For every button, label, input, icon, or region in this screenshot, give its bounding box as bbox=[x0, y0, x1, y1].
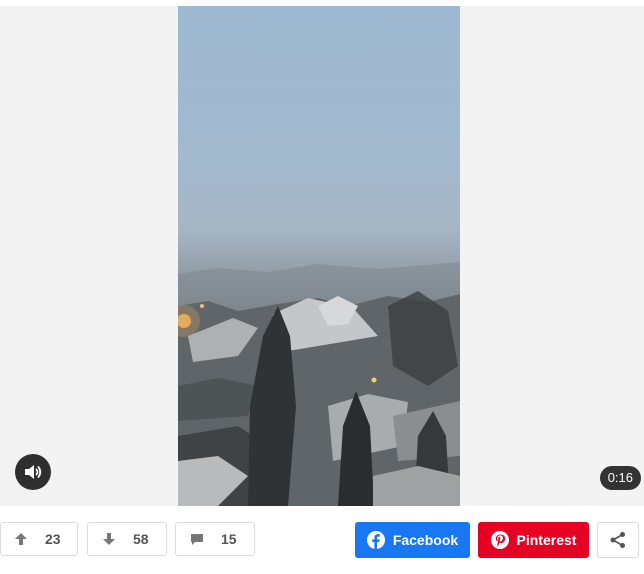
upvote-button[interactable]: 23 bbox=[0, 522, 78, 556]
comment-icon bbox=[189, 531, 205, 547]
facebook-icon bbox=[366, 531, 385, 549]
pinterest-label: Pinterest bbox=[516, 532, 577, 548]
downvote-button[interactable]: 58 bbox=[87, 522, 167, 556]
facebook-label: Facebook bbox=[392, 532, 459, 548]
share-more-button[interactable] bbox=[597, 522, 639, 558]
share-facebook-button[interactable]: Facebook bbox=[355, 522, 470, 558]
comments-button[interactable]: 15 bbox=[175, 522, 255, 556]
upvote-count: 23 bbox=[45, 531, 61, 547]
arrow-down-icon bbox=[101, 531, 117, 547]
share-pinterest-button[interactable]: Pinterest bbox=[478, 522, 589, 558]
pinterest-icon bbox=[490, 531, 509, 549]
comment-count: 15 bbox=[221, 531, 237, 547]
share-icon bbox=[610, 532, 625, 548]
video-player[interactable]: 0:16 bbox=[0, 6, 644, 506]
video-duration: 0:16 bbox=[599, 466, 641, 490]
speaker-icon bbox=[25, 465, 42, 479]
arrow-up-icon bbox=[13, 531, 29, 547]
video-frame[interactable] bbox=[178, 6, 460, 506]
sound-toggle-button[interactable] bbox=[15, 454, 51, 490]
downvote-count: 58 bbox=[133, 531, 149, 547]
foggy-town-scene bbox=[178, 262, 460, 506]
